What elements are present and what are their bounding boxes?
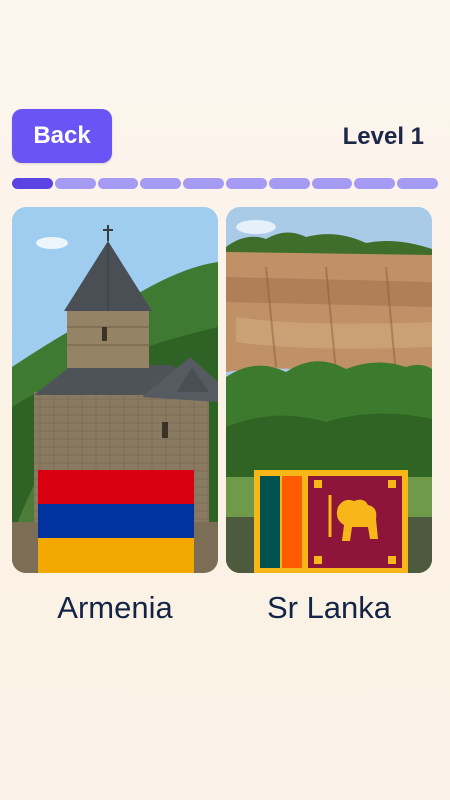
- armenia-flag: [38, 470, 194, 573]
- option-label-sri-lanka: Sr Lanka: [266, 590, 392, 625]
- progress-segment: [311, 178, 353, 189]
- progress-segment: [183, 178, 224, 189]
- progress-segment: [354, 178, 396, 189]
- progress-segment: [54, 178, 96, 189]
- sri-lanka-flag: [254, 470, 408, 573]
- progress-segment: [268, 178, 310, 189]
- armenian-church-photo: [12, 207, 218, 573]
- progress-segment: [225, 178, 267, 189]
- option-card-armenia[interactable]: [12, 207, 218, 573]
- progress-segment: [12, 178, 53, 189]
- level-progress-bar: [12, 178, 438, 189]
- option-card-sri-lanka[interactable]: [226, 207, 432, 573]
- option-label-armenia: Armenia: [57, 590, 173, 625]
- sigiriya-rock-photo: [226, 207, 432, 573]
- progress-segment: [397, 178, 438, 189]
- progress-segment: [140, 178, 182, 189]
- back-button[interactable]: Back: [12, 109, 112, 163]
- level-indicator: Level 1: [342, 123, 424, 150]
- progress-segment: [97, 178, 139, 189]
